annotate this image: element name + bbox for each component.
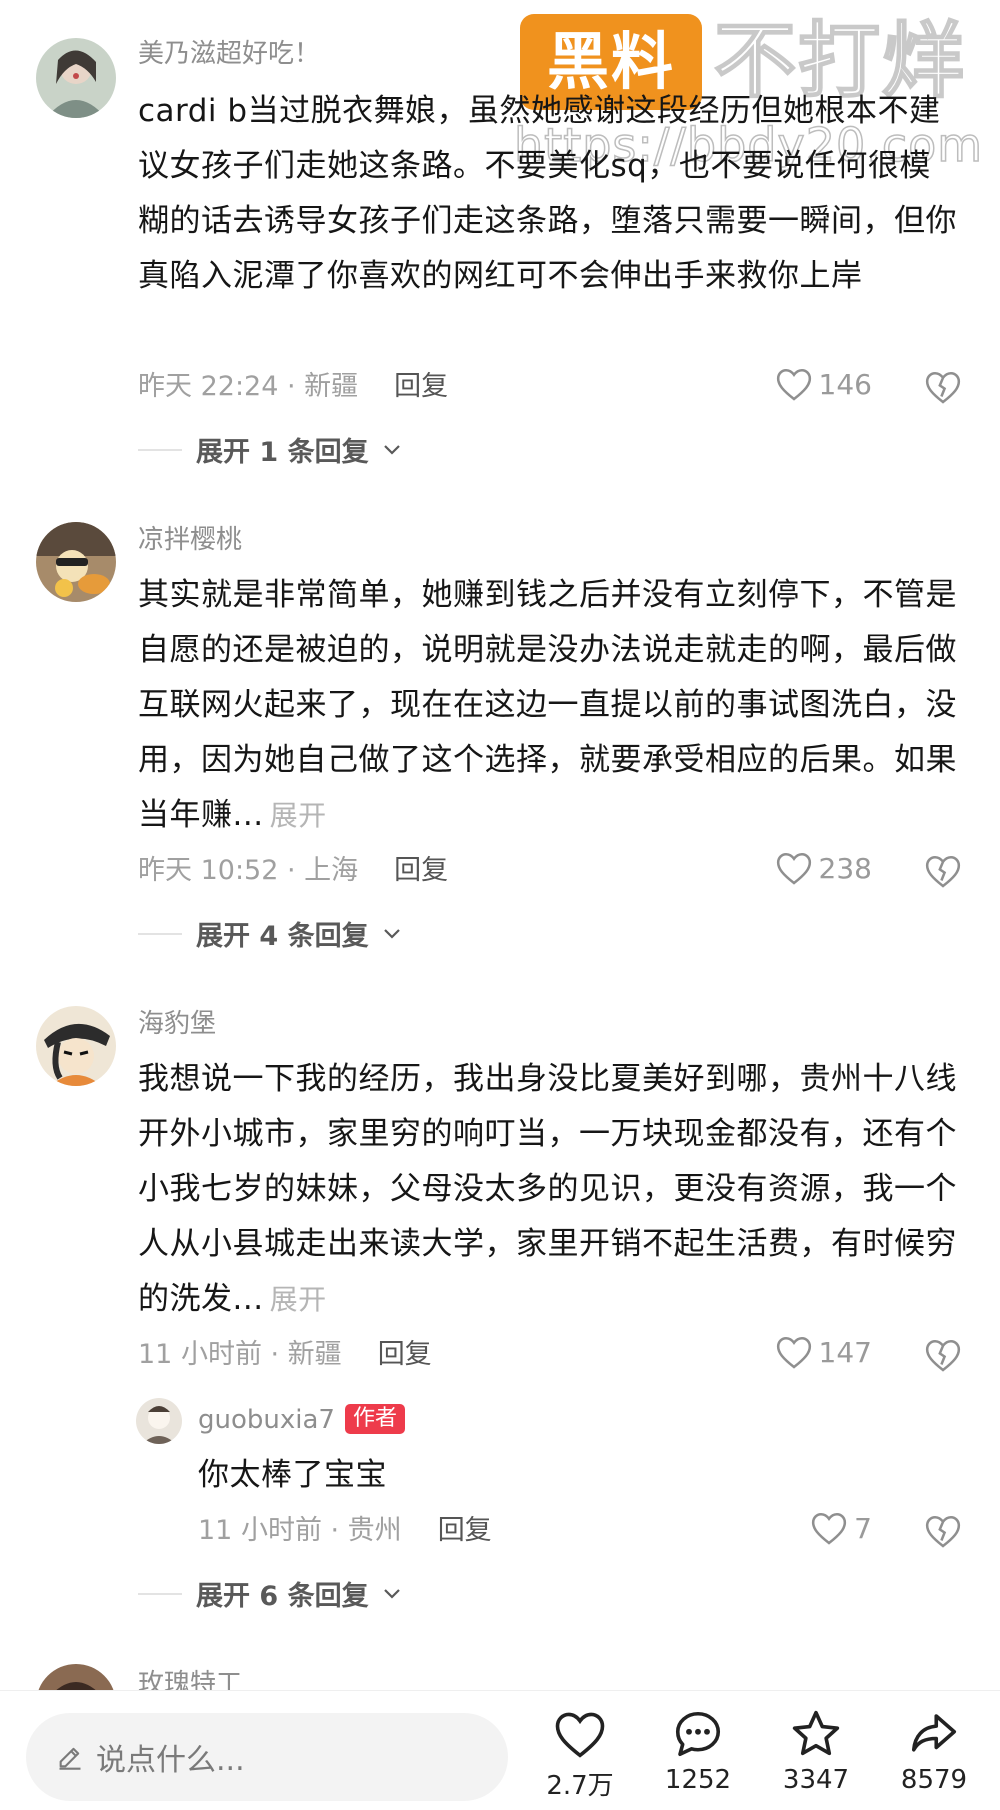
reply-button[interactable]: 回复 [378,1339,432,1370]
dislike-icon[interactable] [924,1512,962,1550]
reply-username[interactable]: guobuxia7 作者 [198,1404,405,1436]
comment-post-button[interactable]: 1252 [648,1707,748,1795]
comment-time-location: 昨天 10:52 · 上海 [138,855,359,886]
like-button[interactable]: 7 [810,1510,872,1546]
like-count: 238 [818,851,872,885]
like-post-count: 2.7万 [546,1771,614,1801]
dislike-icon[interactable] [924,852,962,890]
share-icon [911,1714,957,1752]
chevron-down-icon [383,928,400,939]
chevron-down-icon [383,1588,400,1599]
comment-icon [675,1711,721,1757]
favorite-post-count: 3347 [782,1765,850,1795]
dislike-icon[interactable] [924,368,962,406]
reply-button[interactable]: 回复 [394,855,448,886]
expand-replies-button[interactable]: 展开 1 条回复 [138,430,401,469]
heart-icon [776,368,811,401]
comment-meta: 昨天 10:52 · 上海 回复 [138,854,448,888]
reply-time-location: 11 小时前 · 贵州 [198,1515,402,1546]
like-count: 147 [818,1335,872,1369]
like-button[interactable]: 147 [775,1334,872,1370]
favorite-post-button[interactable]: 3347 [766,1707,866,1795]
divider-line [138,1592,182,1595]
reply-text: 你太棒了宝宝 [198,1457,387,1493]
comment-username[interactable]: 海豹堡 [138,1008,216,1040]
comment-text-body: 我想说一下我的经历，我出身没比夏美好到哪，贵州十八线开外小城市，家里穷的响叮当，… [138,1061,957,1317]
dislike-icon[interactable] [924,1336,962,1374]
avatar[interactable] [36,38,116,118]
like-count: 7 [854,1511,872,1545]
comment-username[interactable]: 美乃滋超好吃！ [138,38,320,70]
heart-icon [555,1712,605,1758]
comment-time-location: 11 小时前 · 新疆 [138,1339,342,1370]
reply-username-label: guobuxia7 [198,1405,335,1435]
avatar[interactable] [36,522,116,602]
heart-icon [812,1512,847,1545]
expand-replies-label: 展开 6 条回复 [196,1581,369,1612]
divider-line [138,932,182,935]
expand-replies-label: 展开 1 条回复 [196,437,369,468]
share-post-button[interactable]: 8579 [884,1707,984,1795]
reply-meta: 11 小时前 · 贵州 回复 [198,1514,492,1548]
star-icon [792,1710,840,1756]
heart-icon [776,1336,811,1369]
avatar[interactable] [36,1006,116,1086]
heart-icon [776,852,811,885]
like-button[interactable]: 238 [775,850,872,886]
comment-text-body: 其实就是非常简单，她赚到钱之后并没有立刻停下，不管是自愿的还是被迫的，说明就是没… [138,577,957,833]
comment-input[interactable]: 说点什么... [26,1713,508,1801]
comment-input-placeholder: 说点什么... [96,1743,245,1778]
comment-time-location: 昨天 22:24 · 新疆 [138,371,359,402]
reply-button[interactable]: 回复 [438,1515,492,1546]
comment-meta: 昨天 22:24 · 新疆 回复 [138,370,448,404]
comment-username[interactable]: 凉拌樱桃 [138,524,242,556]
expand-replies-button[interactable]: 展开 6 条回复 [138,1574,401,1613]
like-count: 146 [818,367,872,401]
comment-meta: 11 小时前 · 新疆 回复 [138,1338,432,1372]
expand-replies-label: 展开 4 条回复 [196,921,369,952]
expand-text-button[interactable]: 展开 [270,799,327,832]
pencil-icon [59,1747,81,1770]
comment-post-count: 1252 [664,1765,732,1795]
comment-text: 其实就是非常简单，她赚到钱之后并没有立刻停下，不管是自愿的还是被迫的，说明就是没… [138,568,958,843]
chevron-down-icon [383,444,400,455]
author-badge: 作者 [344,1404,405,1434]
reply-avatar[interactable] [136,1398,182,1444]
like-post-button[interactable]: 2.7万 [530,1707,630,1802]
share-post-count: 8579 [900,1765,968,1795]
comment-text: 我想说一下我的经历，我出身没比夏美好到哪，贵州十八线开外小城市，家里穷的响叮当，… [138,1052,958,1327]
comment-text: cardi b当过脱衣舞娘，虽然她感谢这段经历但她根本不建议女孩子们走她这条路。… [138,93,957,294]
reply-button[interactable]: 回复 [394,371,448,402]
like-button[interactable]: 146 [775,366,872,402]
divider-line [138,448,182,451]
expand-replies-button[interactable]: 展开 4 条回复 [138,914,401,953]
expand-text-button[interactable]: 展开 [270,1283,327,1316]
bottom-bar: 说点什么... 2.7万 1252 3347 8579 [0,1690,1000,1810]
